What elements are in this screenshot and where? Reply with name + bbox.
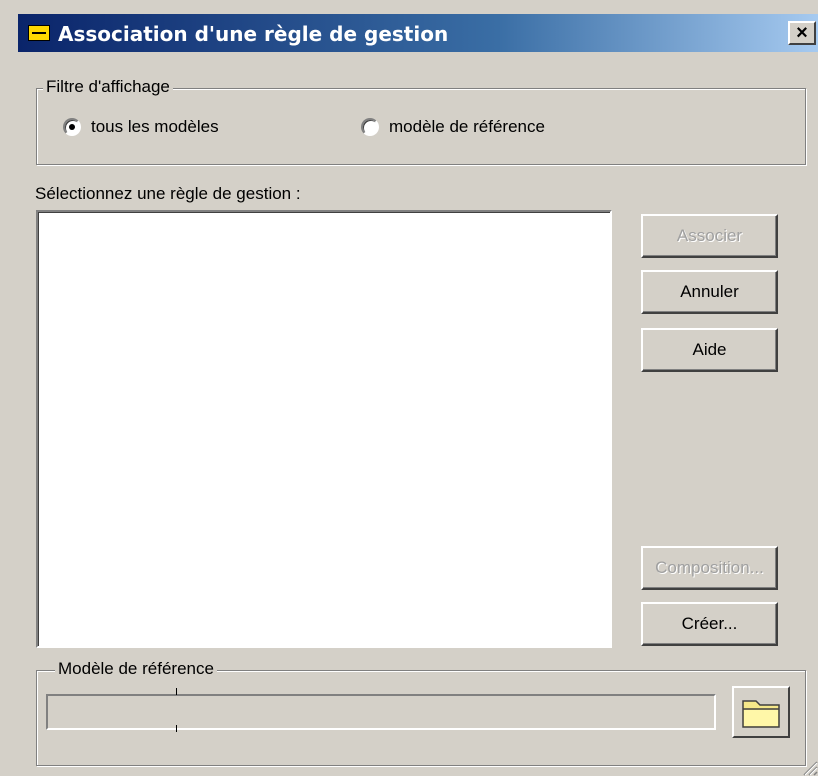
radio-reference-model-label: modèle de référence — [389, 117, 545, 136]
window-title: Association d'une règle de gestion — [58, 22, 449, 46]
display-filter-group: Filtre d'affichage tous les modèles modè… — [36, 77, 806, 165]
close-button[interactable]: × — [788, 21, 816, 45]
resize-grip-icon[interactable] — [798, 756, 818, 776]
reference-model-path-field[interactable] — [46, 694, 716, 730]
business-rule-list[interactable] — [36, 210, 612, 648]
folder-icon — [742, 700, 780, 728]
radio-all-models-button[interactable] — [63, 118, 81, 136]
rule-list-label: Sélectionnez une règle de gestion : — [35, 184, 301, 203]
title-bar[interactable]: Association d'une règle de gestion × — [18, 14, 818, 52]
reference-model-legend: Modèle de référence — [55, 659, 217, 679]
caret-mark — [176, 688, 177, 695]
help-button[interactable]: Aide — [641, 328, 778, 372]
display-filter-legend: Filtre d'affichage — [43, 77, 173, 97]
browse-folder-button[interactable] — [732, 686, 790, 738]
associate-button[interactable]: Associer — [641, 214, 778, 258]
app-icon — [28, 25, 50, 41]
radio-reference-model[interactable]: modèle de référence — [361, 117, 545, 137]
composition-button[interactable]: Composition... — [641, 546, 778, 590]
close-icon: × — [796, 22, 808, 44]
radio-all-models[interactable]: tous les modèles — [63, 117, 219, 137]
create-button[interactable]: Créer... — [641, 602, 778, 646]
dialog-window: Association d'une règle de gestion × Fil… — [0, 0, 818, 776]
cancel-button[interactable]: Annuler — [641, 270, 778, 314]
radio-all-models-label: tous les modèles — [91, 117, 219, 136]
radio-reference-model-button[interactable] — [361, 118, 379, 136]
caret-mark — [176, 725, 177, 732]
